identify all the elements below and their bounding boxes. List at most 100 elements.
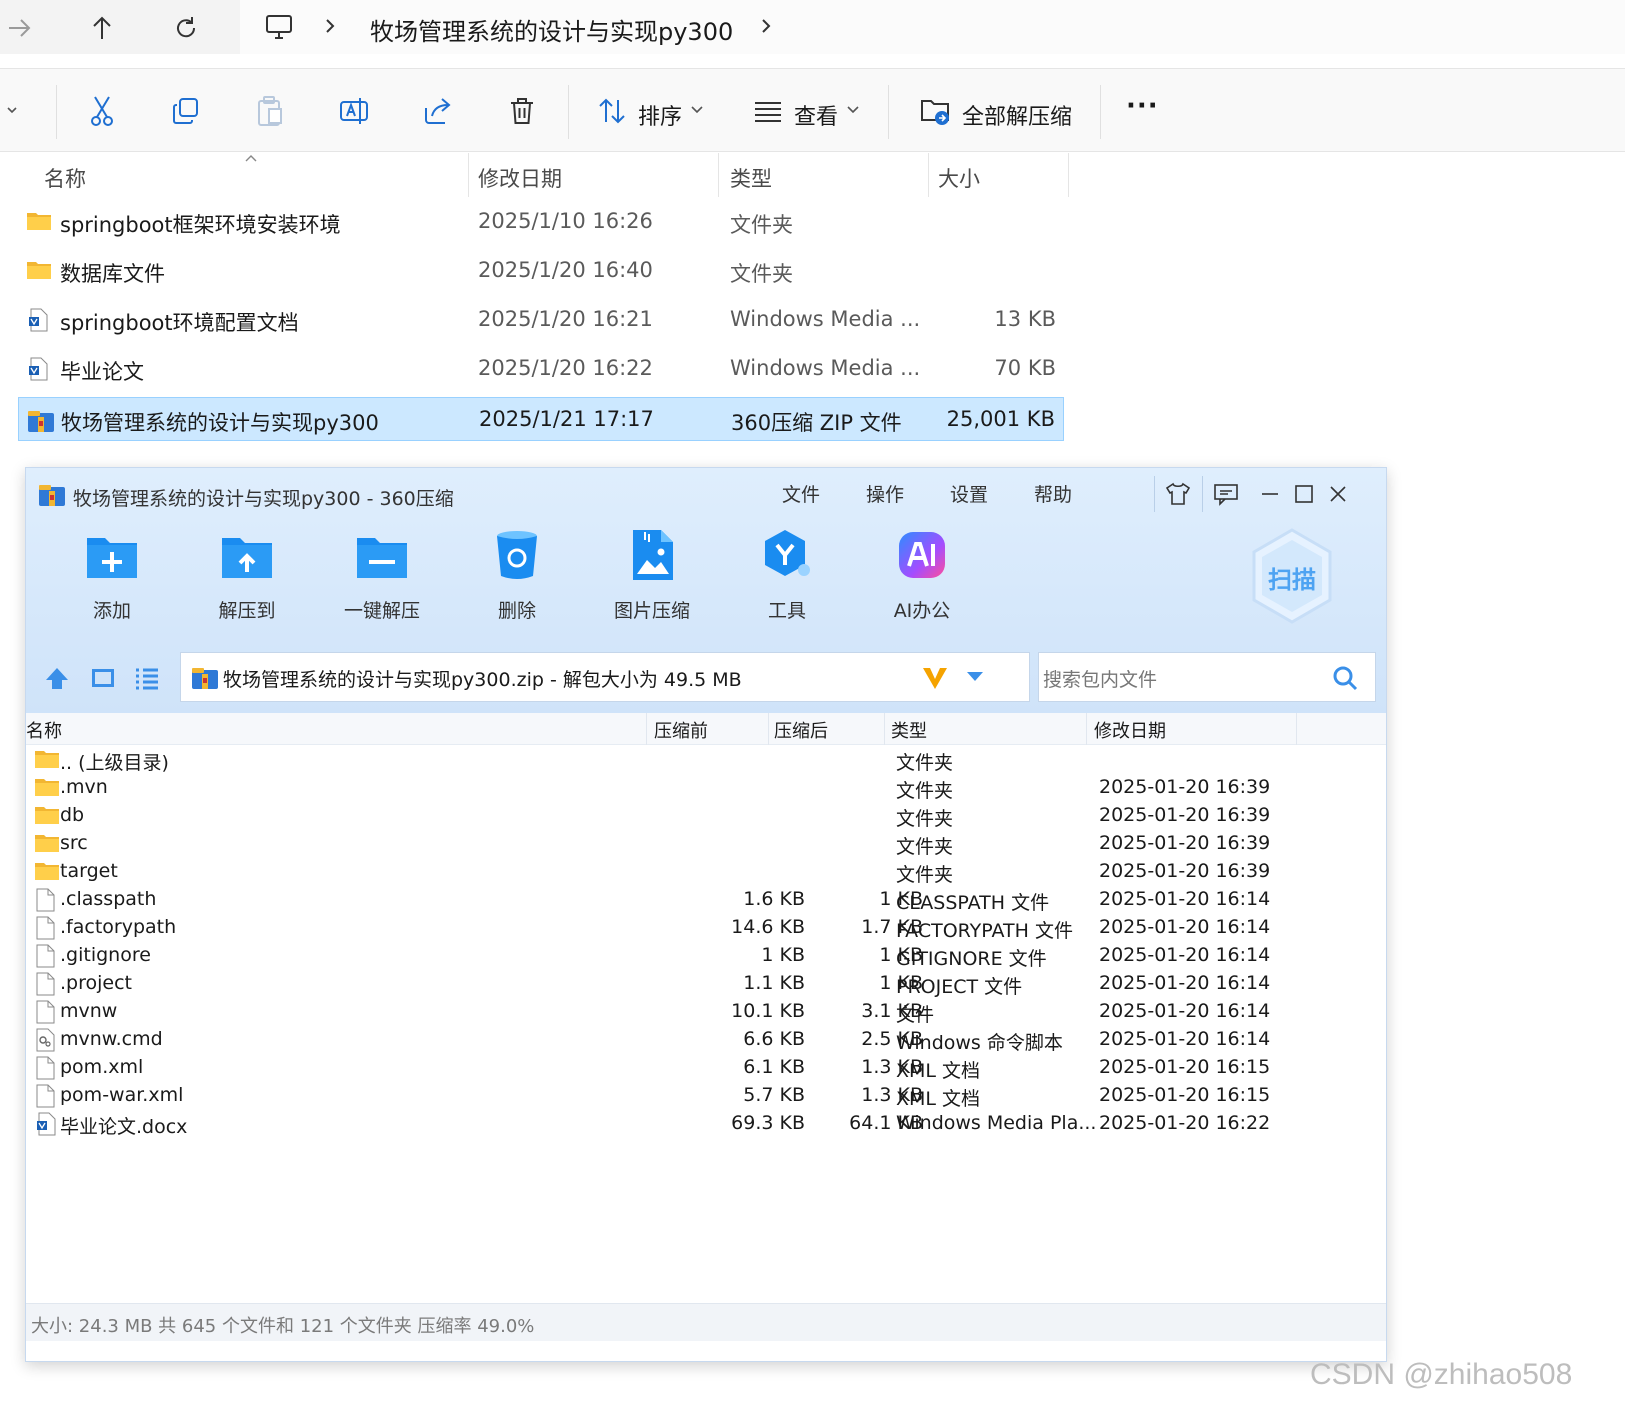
column-after[interactable]: 压缩后: [774, 717, 828, 743]
thumbnail-view-icon[interactable]: [88, 664, 118, 692]
entry-size-before: 10.1 KB: [731, 1000, 805, 1022]
file-row[interactable]: 数据库文件 2025/1/20 16:40 文件夹: [18, 249, 1064, 293]
entry-date: 2025-01-20 16:14: [1099, 1028, 1271, 1050]
scan-button[interactable]: 扫描: [1248, 526, 1336, 626]
menu-help[interactable]: 帮助: [1034, 480, 1072, 507]
archive-row[interactable]: .mvn 文件夹 2025-01-20 16:39: [26, 774, 1386, 802]
archive-path-field[interactable]: 牧场管理系统的设计与实现py300.zip - 解包大小为 49.5 MB: [180, 652, 1030, 702]
up-arrow-icon[interactable]: [84, 10, 120, 46]
folder-icon: [34, 804, 59, 828]
archive-row[interactable]: src 文件夹 2025-01-20 16:39: [26, 830, 1386, 858]
copy-icon[interactable]: [166, 91, 206, 131]
file-name: 毕业论文: [60, 360, 144, 384]
column-date[interactable]: 修改日期: [1094, 717, 1166, 743]
file-name: 牧场管理系统的设计与实现py300: [61, 411, 379, 435]
image-compress-button[interactable]: 图片压缩: [592, 528, 712, 628]
file-row[interactable]: 牧场管理系统的设计与实现py300 2025/1/21 17:17 360压缩 ZI…: [18, 397, 1064, 441]
archive-row[interactable]: target 文件夹 2025-01-20 16:39: [26, 858, 1386, 886]
menu-settings[interactable]: 设置: [950, 480, 988, 507]
v-vip-icon[interactable]: [921, 665, 949, 691]
archive-search-input[interactable]: 搜索包内文件: [1038, 652, 1376, 702]
file-row[interactable]: 毕业论文 2025/1/20 16:22 Windows Media ... 70 K…: [18, 347, 1064, 391]
chevron-down-icon[interactable]: [846, 105, 860, 115]
column-type[interactable]: 类型: [891, 717, 927, 743]
up-level-icon[interactable]: [42, 664, 72, 692]
archive-row[interactable]: .factorypath 14.6 KB 1.7 KB FACTORYPATH 文件 2…: [26, 914, 1386, 942]
this-pc-icon[interactable]: [262, 10, 296, 44]
column-before[interactable]: 压缩前: [654, 717, 708, 743]
entry-name: .project: [60, 972, 132, 994]
delete-icon[interactable]: [502, 91, 542, 131]
delete-label: 删除: [497, 600, 536, 622]
forward-arrow-icon[interactable]: [2, 10, 38, 46]
sort-icon[interactable]: [592, 91, 632, 131]
archive-list-header: 名称 压缩前 压缩后 类型 修改日期: [26, 713, 1386, 745]
file-type: Windows Media ...: [730, 356, 921, 380]
file-icon: [34, 944, 58, 968]
chevron-right-icon[interactable]: [756, 14, 776, 38]
new-dropdown-partial[interactable]: [0, 91, 22, 131]
image-compress-label: 图片压缩: [613, 600, 690, 622]
refresh-icon[interactable]: [168, 10, 204, 46]
file-row[interactable]: springboot框架环境安装环境 2025/1/10 16:26 文件夹: [18, 200, 1064, 244]
file-name: 数据库文件: [60, 262, 165, 286]
view-label[interactable]: 查看: [794, 99, 838, 131]
file-icon: [34, 1056, 58, 1080]
menu-operate[interactable]: 操作: [866, 480, 904, 507]
column-type[interactable]: 类型: [730, 163, 772, 193]
chevron-right-icon[interactable]: [320, 14, 340, 38]
archive-row[interactable]: mvnw.cmd 6.6 KB 2.5 KB Windows 命令脚本 2025-01-…: [26, 1026, 1386, 1054]
delete-button[interactable]: 删除: [457, 528, 577, 628]
path-dropdown-icon[interactable]: [965, 670, 985, 684]
entry-size-before: 14.6 KB: [731, 916, 805, 938]
archive-row[interactable]: 毕业论文.docx 69.3 KB 64.1 KB Windows Media Pla…: [26, 1110, 1386, 1138]
feedback-icon[interactable]: [1208, 478, 1244, 510]
doc-icon: [26, 357, 52, 381]
entry-date: 2025-01-20 16:14: [1099, 944, 1271, 966]
archive-row[interactable]: .. (上级目录) 文件夹: [26, 746, 1386, 774]
add-button[interactable]: 添加: [52, 528, 172, 628]
ai-office-button[interactable]: AI办公: [862, 528, 982, 628]
file-size: 70 KB: [994, 356, 1056, 380]
column-name[interactable]: 名称: [44, 163, 86, 193]
file-row[interactable]: springboot环境配置文档 2025/1/20 16:21 Windows M…: [18, 298, 1064, 342]
breadcrumb-current-folder[interactable]: 牧场管理系统的设计与实现py300: [370, 12, 733, 47]
share-icon[interactable]: [418, 91, 458, 131]
list-view-icon[interactable]: [132, 664, 162, 692]
menu-file[interactable]: 文件: [782, 480, 820, 507]
view-icon[interactable]: [748, 91, 788, 131]
status-bar: 大小: 24.3 MB 共 645 个文件和 121 个文件夹 压缩率 49.0…: [26, 1303, 1386, 1341]
folder-icon: [34, 748, 59, 772]
search-icon[interactable]: [1331, 664, 1359, 692]
sort-label[interactable]: 排序: [638, 99, 682, 131]
column-name[interactable]: 名称: [26, 717, 62, 743]
chevron-down-icon[interactable]: [690, 105, 704, 115]
file-icon: [34, 1084, 58, 1108]
archive-row[interactable]: pom.xml 6.1 KB 1.3 KB XML 文档 2025-01-20 16:1…: [26, 1054, 1386, 1082]
archive-row[interactable]: pom-war.xml 5.7 KB 1.3 KB XML 文档 2025-01-20 …: [26, 1082, 1386, 1110]
archive-row[interactable]: .classpath 1.6 KB 1 KB CLASSPATH 文件 2025-01-…: [26, 886, 1386, 914]
skin-shirt-icon[interactable]: [1160, 478, 1196, 510]
archive-row[interactable]: mvnw 10.1 KB 3.1 KB 文件 2025-01-20 16:14: [26, 998, 1386, 1026]
entry-type: XML 文档: [896, 1060, 981, 1082]
cut-icon[interactable]: [82, 91, 122, 131]
file-size: 25,001 KB: [946, 407, 1055, 431]
archive-row[interactable]: .gitignore 1 KB 1 KB GITIGNORE 文件 2025-01-20…: [26, 942, 1386, 970]
archive-row[interactable]: .project 1.1 KB 1 KB PROJECT 文件 2025-01-20 1…: [26, 970, 1386, 998]
image-compress-icon: [625, 528, 679, 582]
more-options-button[interactable]: ···: [1126, 91, 1159, 121]
extract-all-icon[interactable]: [916, 91, 956, 131]
column-date[interactable]: 修改日期: [478, 163, 562, 193]
entry-date: 2025-01-20 16:15: [1099, 1084, 1271, 1106]
close-icon[interactable]: [1320, 478, 1356, 510]
column-size[interactable]: 大小: [938, 163, 980, 193]
maximize-icon[interactable]: [1286, 478, 1322, 510]
minimize-icon[interactable]: [1252, 478, 1288, 510]
paste-icon[interactable]: [250, 91, 290, 131]
rename-icon[interactable]: [334, 91, 374, 131]
extract-all-label[interactable]: 全部解压缩: [962, 99, 1072, 131]
tools-button[interactable]: 工具: [727, 528, 847, 628]
archive-row[interactable]: db 文件夹 2025-01-20 16:39: [26, 802, 1386, 830]
extract-to-button[interactable]: 解压到: [187, 528, 307, 628]
one-click-extract-button[interactable]: 一键解压: [322, 528, 442, 628]
